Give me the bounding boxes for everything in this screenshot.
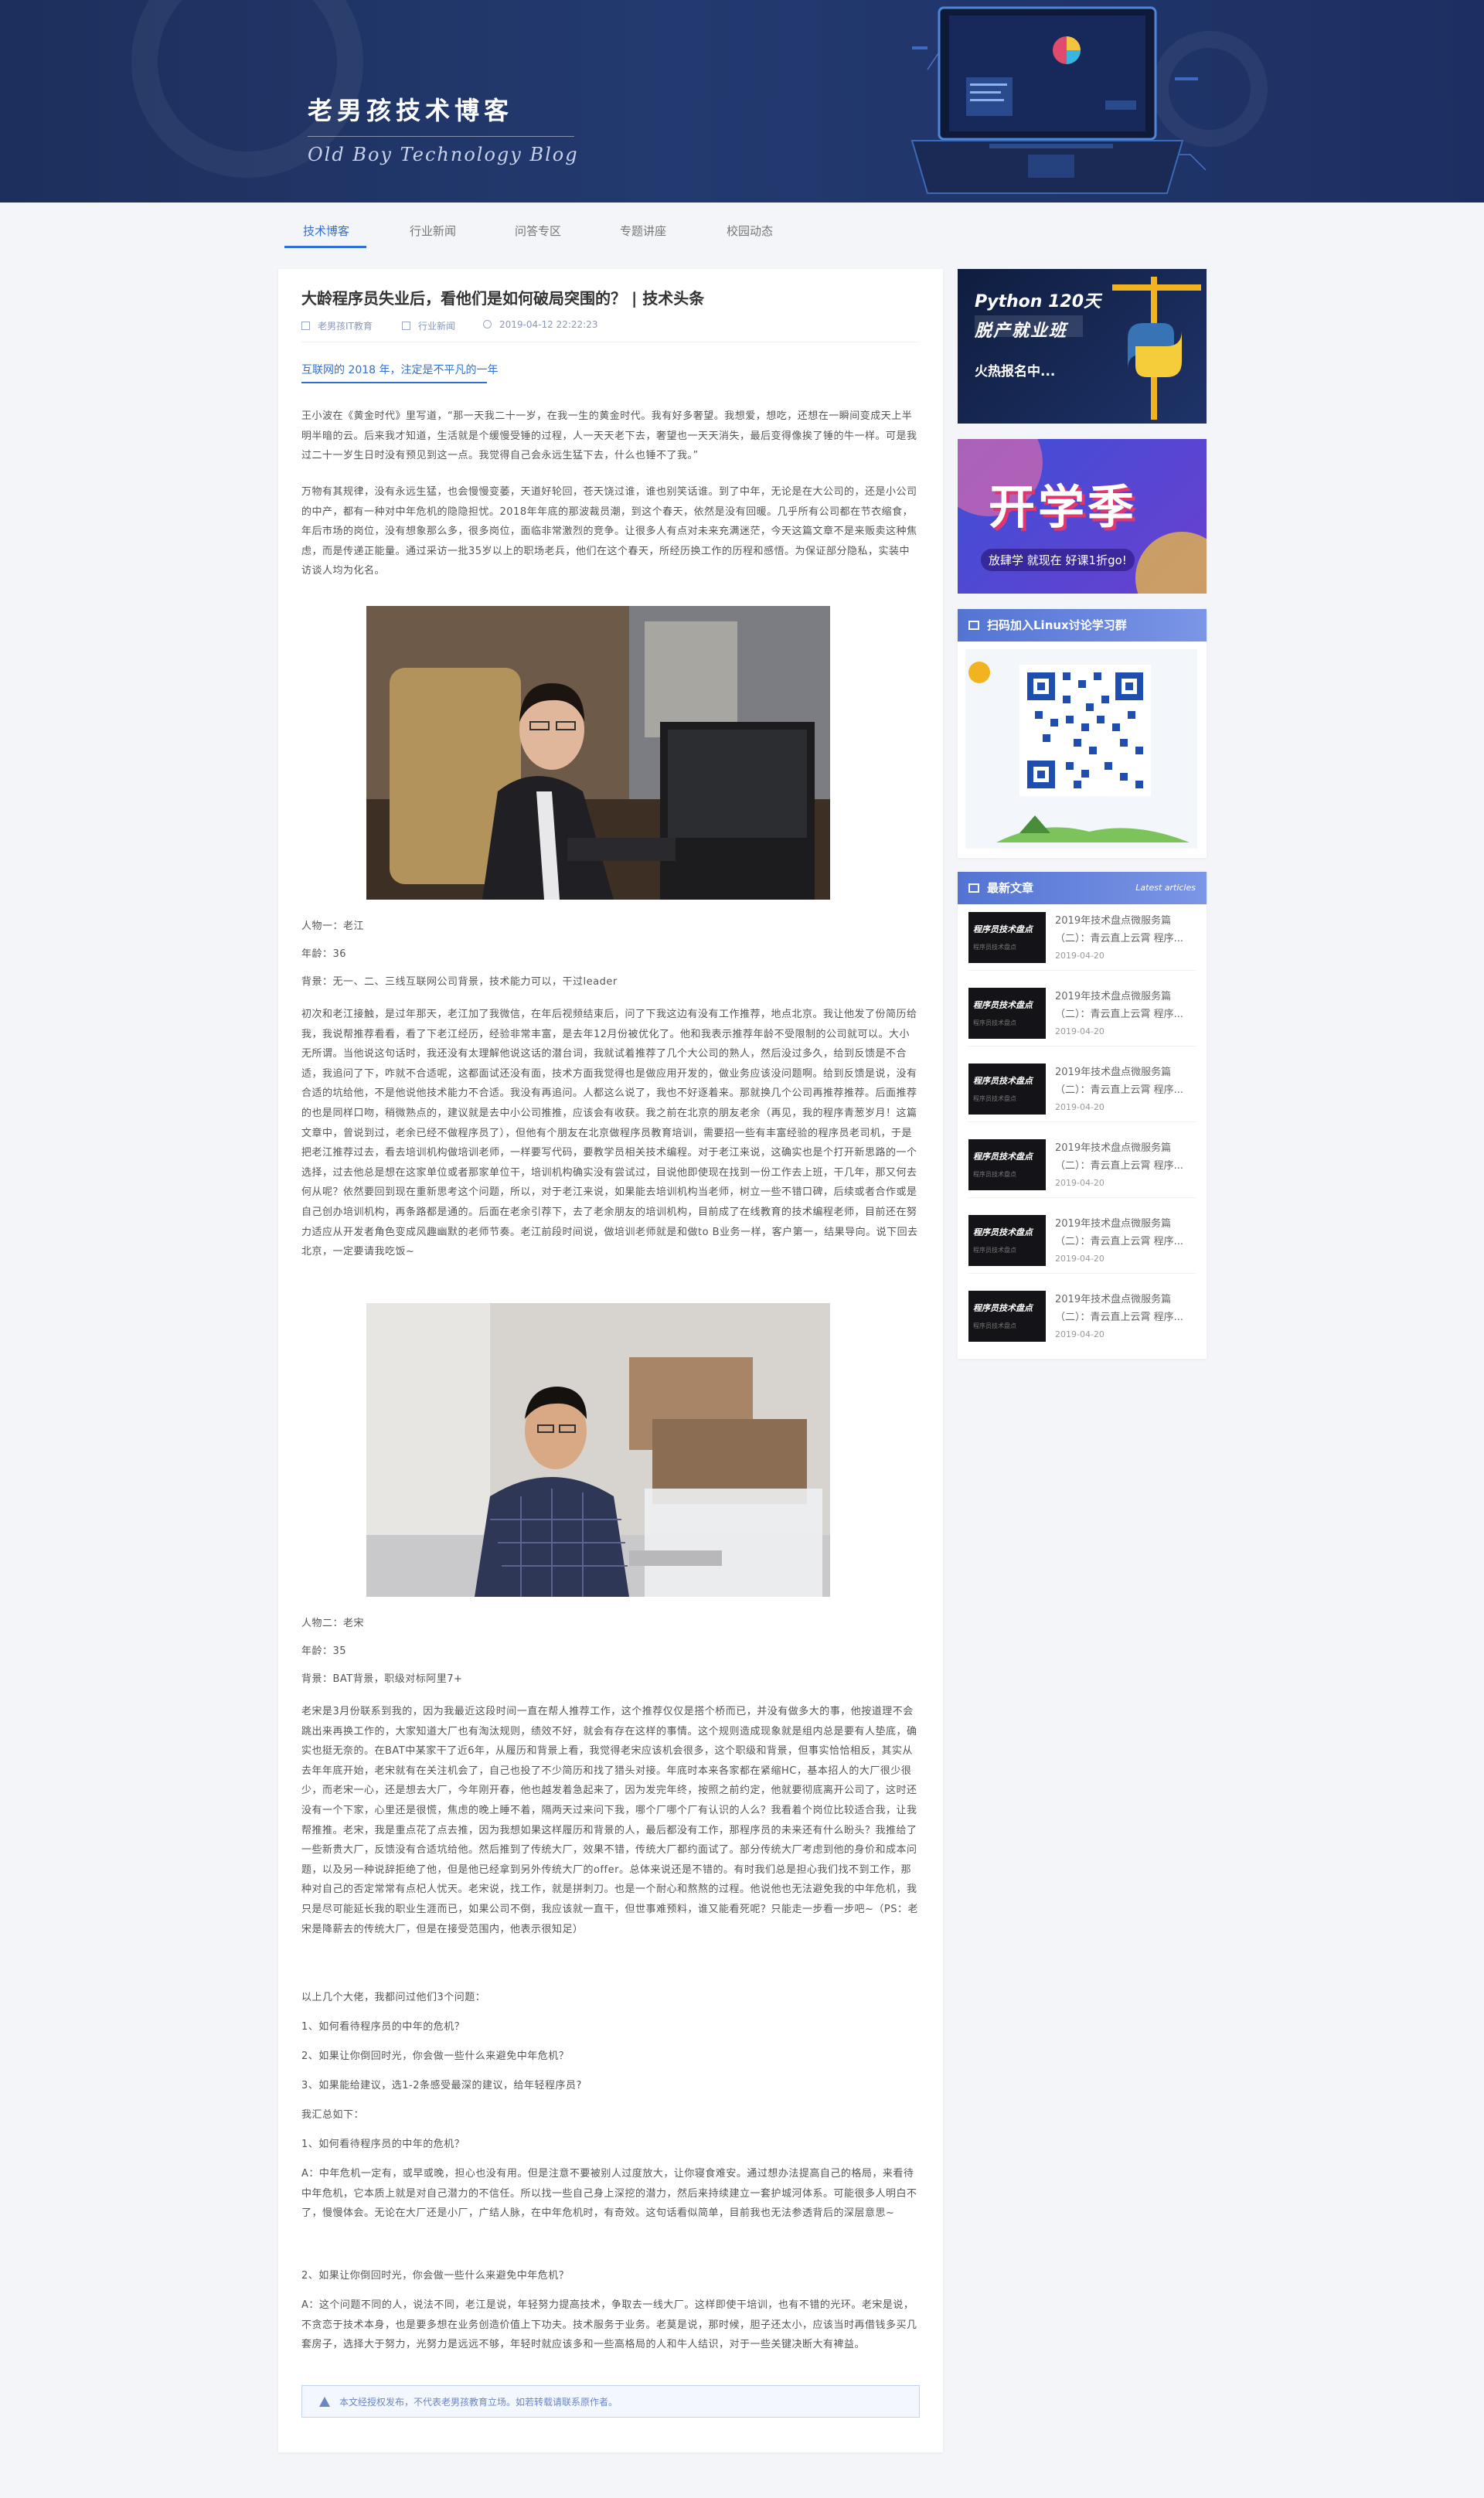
list-item-date: 2019-04-20 — [1055, 1026, 1104, 1036]
qr-widget-header: 扫码加入Linux讨论学习群 — [958, 609, 1207, 642]
answer-2: A：这个问题不同的人，说法不同，老江是说，年轻努力提高技术，争取去一线大厂。这样… — [301, 2299, 917, 2351]
article-thumbnail[interactable]: 程序员技术盘点 程序员技术盘点 — [968, 1064, 1046, 1115]
article-thumbnail[interactable]: 程序员技术盘点 程序员技术盘点 — [968, 988, 1046, 1039]
list-item-title[interactable]: 2019年技术盘点微服务篇（二）：青云直上云霄 程序... — [1055, 988, 1196, 1023]
main-nav: 技术博客 行业新闻 问答专区 专题讲座 校园动态 — [278, 202, 1206, 258]
copyright-notice: 本文经授权发布，不代表老男孩教育立场。如若转载请联系原作者。 — [301, 2385, 920, 2418]
intro-paragraph-1: 王小波在《黄金时代》里写道，“那一天我二十一岁，在我一生的黄金时代。我有好多奢望… — [301, 410, 917, 462]
article-card: 大龄程序员失业后，看他们是如何破局突围的？ | 技术头条 老男孩IT教育 行业新… — [278, 269, 943, 2452]
list-item[interactable]: 程序员技术盘点 程序员技术盘点 2019年技术盘点微服务篇（二）：青云直上云霄 程… — [968, 904, 1196, 971]
list-item-date: 2019-04-20 — [1055, 1178, 1104, 1188]
summary-question-1: 1、如何看待程序员的中年的危机？ — [301, 2139, 465, 2150]
intro-paragraph-2: 万物有其规律，没有永远生猛，也会慢慢变萎，天道好轮回，苍天饶过谁，谁也别笑话谁。… — [301, 486, 917, 577]
list-item[interactable]: 程序员技术盘点 程序员技术盘点 2019年技术盘点微服务篇（二）：青云直上云霄 程… — [968, 1207, 1196, 1274]
article-date: 2019-04-12 22:22:23 — [483, 319, 597, 330]
author-icon — [301, 322, 310, 330]
answer-1: A：中年危机一定有，或早或晚，担心也没有用。但是注意不要被别人过度放大，让你寝食… — [301, 2168, 917, 2220]
qr-widget: 扫码加入Linux讨论学习群 — [958, 609, 1207, 858]
ad-line-3: 火热报名中... — [975, 364, 1056, 379]
latest-subtitle: Latest articles — [1135, 883, 1196, 893]
person-two-age: 年龄：35 — [301, 1645, 347, 1657]
list-item[interactable]: 程序员技术盘点 程序员技术盘点 2019年技术盘点微服务篇（二）：青云直上云霄 程… — [968, 980, 1196, 1047]
question-2: 2、如果让你倒回时光，你会做一些什么来避免中年危机？ — [301, 2050, 570, 2062]
article-thumbnail[interactable]: 程序员技术盘点 程序员技术盘点 — [968, 1291, 1046, 1342]
ad-tagline: 放肆学 就现在 好课1折go! — [981, 549, 1135, 571]
nav-item-qa[interactable]: 问答专区 — [515, 223, 561, 239]
nav-item-lectures[interactable]: 专题讲座 — [620, 223, 666, 239]
article-list-icon — [968, 883, 979, 893]
question-3: 3、如果能给建议，选1-2条感受最深的建议，给年轻程序员? — [301, 2080, 582, 2091]
school-season-ad[interactable]: 开学季 放肆学 就现在 好课1折go! — [958, 439, 1207, 594]
question-1: 1、如何看待程序员的中年的危机？ — [301, 2021, 465, 2033]
summary-intro: 我汇总如下： — [301, 2109, 365, 2121]
subheading-underline — [301, 382, 487, 383]
python-logo-icon — [1112, 277, 1201, 420]
list-item-title[interactable]: 2019年技术盘点微服务篇（二）：青云直上云霄 程序... — [1055, 1139, 1196, 1175]
list-item[interactable]: 程序员技术盘点 程序员技术盘点 2019年技术盘点微服务篇（二）：青云直上云霄 程… — [968, 1132, 1196, 1198]
summary-question-2: 2、如果让你倒回时光，你会做一些什么来避免中年危机？ — [301, 2270, 570, 2282]
blog-title[interactable]: 老男孩技术博客 — [308, 91, 513, 127]
article-subheading: 互联网的 2018 年，注定是不平凡的一年 — [301, 364, 499, 376]
qr-code-image[interactable] — [965, 649, 1197, 849]
list-item-date: 2019-04-20 — [1055, 1254, 1104, 1264]
list-item-title[interactable]: 2019年技术盘点微服务篇（二）：青云直上云霄 程序... — [1055, 912, 1196, 948]
warning-icon — [319, 2397, 330, 2407]
list-item-title[interactable]: 2019年技术盘点微服务篇（二）：青云直上云霄 程序... — [1055, 1291, 1196, 1326]
photo-person-one — [366, 606, 830, 900]
nav-active-indicator — [284, 246, 366, 248]
person-one-story: 初次和老江接触，是过年那天，老江加了我微信，在年后视频结束后，问了下我这边有没有… — [301, 1009, 918, 1258]
article-thumbnail[interactable]: 程序员技术盘点 程序员技术盘点 — [968, 912, 1046, 963]
header-banner: 老男孩技术博客 Old Boy Technology Blog — [0, 0, 1484, 202]
category-icon — [402, 322, 410, 330]
questions-intro: 以上几个大佬，我都问过他们3个问题： — [301, 1992, 486, 2003]
title-divider — [308, 136, 574, 137]
list-item[interactable]: 程序员技术盘点 程序员技术盘点 2019年技术盘点微服务篇（二）：青云直上云霄 程… — [968, 1056, 1196, 1122]
person-two-story: 老宋是3月份联系到我的，因为我最近这段时间一直在帮人推荐工作，这个推荐仅仅是搭个… — [301, 1706, 918, 1935]
latest-widget-header: 最新文章 Latest articles — [958, 872, 1207, 904]
laptop-illustration — [910, 6, 1206, 194]
list-item-title[interactable]: 2019年技术盘点微服务篇（二）：青云直上云霄 程序... — [1055, 1215, 1196, 1251]
clock-icon — [483, 320, 492, 328]
person-one-background: 背景：无一、二、三线互联网公司背景，技术能力可以，干过leader — [301, 976, 618, 988]
list-item-title[interactable]: 2019年技术盘点微服务篇（二）：青云直上云霄 程序... — [1055, 1064, 1196, 1099]
article-title: 大龄程序员失业后，看他们是如何破局突围的？ | 技术头条 — [301, 289, 705, 308]
list-item[interactable]: 程序员技术盘点 程序员技术盘点 2019年技术盘点微服务篇（二）：青云直上云霄 程… — [968, 1283, 1196, 1349]
list-item-date: 2019-04-20 — [1055, 1102, 1104, 1112]
nav-item-campus[interactable]: 校园动态 — [727, 223, 773, 239]
ad-headline: 开学季 — [989, 481, 1137, 535]
person-one-name: 人物一：老江 — [301, 921, 365, 932]
article-category[interactable]: 行业新闻 — [402, 319, 455, 332]
list-item-date: 2019-04-20 — [1055, 951, 1104, 961]
photo-person-two — [366, 1303, 830, 1597]
article-thumbnail[interactable]: 程序员技术盘点 程序员技术盘点 — [968, 1215, 1046, 1266]
nav-item-tech-blog[interactable]: 技术博客 — [303, 223, 349, 239]
qrcode-icon — [968, 621, 979, 630]
list-item-date: 2019-04-20 — [1055, 1329, 1104, 1339]
person-two-name: 人物二：老宋 — [301, 1618, 365, 1629]
ad-line-1: Python 120天 — [975, 292, 1101, 311]
latest-articles-widget: 最新文章 Latest articles 程序员技术盘点 程序员技术盘点 2019… — [958, 872, 1207, 1359]
article-thumbnail[interactable]: 程序员技术盘点 程序员技术盘点 — [968, 1139, 1046, 1190]
article-author[interactable]: 老男孩IT教育 — [301, 319, 373, 332]
person-one-age: 年龄：36 — [301, 948, 347, 960]
blog-subtitle: Old Boy Technology Blog — [308, 144, 579, 165]
nav-item-industry-news[interactable]: 行业新闻 — [410, 223, 456, 239]
python-course-ad[interactable]: Python 120天 脱产就业班 火热报名中... — [958, 269, 1207, 424]
person-two-background: 背景：BAT背景，职级对标阿里7+ — [301, 1673, 463, 1685]
